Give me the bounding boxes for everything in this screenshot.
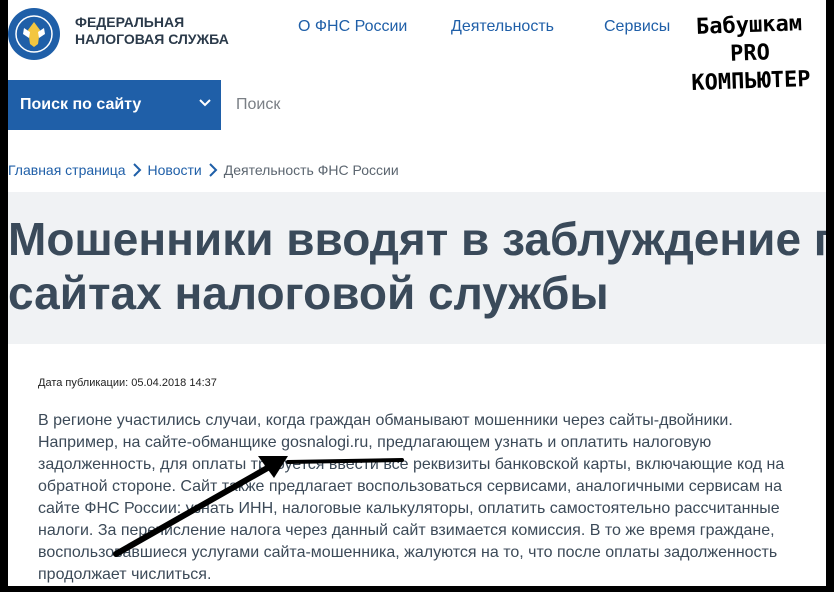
chevron-down-icon	[199, 99, 211, 107]
handwritten-overlay: Бабушкам PRO КОМПЬЮТЕР	[669, 9, 832, 99]
page-title: Мошенники вводят в заблуждение гр сайтах…	[8, 212, 826, 320]
article-line: сайте ФНС России: узнать ИНН, налоговые …	[38, 500, 780, 517]
page-title-line1: Мошенники вводят в заблуждение гр	[8, 213, 826, 265]
fns-emblem-logo[interactable]	[8, 8, 60, 60]
chevron-right-icon	[132, 163, 141, 177]
chevron-right-icon	[209, 163, 218, 177]
article-body: В регионе участились случаи, когда гражд…	[38, 410, 826, 586]
eagle-emblem-icon	[15, 15, 53, 53]
overlay-line3: КОМПЬЮТЕР	[690, 66, 811, 97]
nav-services[interactable]: Сервисы	[604, 18, 670, 36]
publication-date: Дата публикации: 05.04.2018 14:37	[38, 377, 217, 389]
breadcrumb-home[interactable]: Главная страница	[8, 162, 126, 178]
org-name-line2: НАЛОГОВАЯ СЛУЖБА	[75, 31, 229, 47]
article-line: обратной стороне. Сайт также предлагает …	[38, 478, 783, 495]
article-line: Например, на сайте-обманщике gosnalogi.r…	[38, 434, 712, 451]
breadcrumb-news[interactable]: Новости	[148, 162, 202, 178]
article-line: В регионе участились случаи, когда гражд…	[38, 412, 733, 429]
breadcrumb: Главная страница Новости Деятельность ФН…	[8, 162, 399, 178]
article-line: продолжает числиться.	[38, 566, 212, 583]
org-name[interactable]: ФЕДЕРАЛЬНАЯ НАЛОГОВАЯ СЛУЖБА	[75, 14, 229, 48]
article-line: задолженность, для оплаты требуется ввес…	[38, 456, 785, 473]
article-content: Дата публикации: 05.04.2018 14:37 В реги…	[8, 344, 826, 586]
title-band: Мошенники вводят в заблуждение гр сайтах…	[8, 192, 826, 344]
nav-about[interactable]: О ФНС России	[298, 18, 407, 36]
org-name-line1: ФЕДЕРАЛЬНАЯ	[75, 14, 185, 30]
page-title-line2: сайтах налоговой службы	[8, 267, 609, 319]
article-line: налоги. За перечисление налога через дан…	[38, 522, 775, 539]
article-line: воспользовавшиеся услугами сайта-мошенни…	[38, 544, 778, 561]
breadcrumb-current: Деятельность ФНС России	[223, 162, 399, 178]
search-scope-label: Поиск по сайту	[20, 96, 142, 113]
search-scope-select[interactable]: Поиск по сайту	[8, 80, 221, 130]
nav-activity[interactable]: Деятельность	[451, 18, 554, 36]
